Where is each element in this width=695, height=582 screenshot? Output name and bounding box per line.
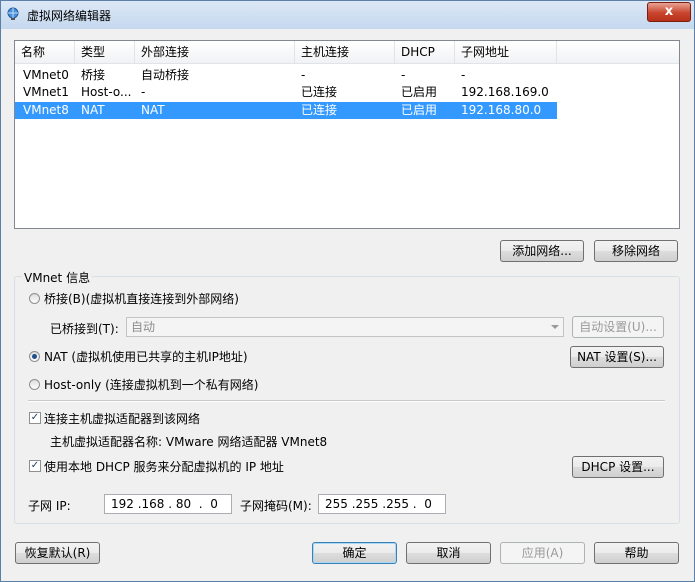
bridged-to-label: 已桥接到(T): bbox=[50, 322, 119, 336]
checkmark-icon: ✓ bbox=[30, 412, 40, 423]
bridged-to-value: 自动 bbox=[131, 320, 156, 334]
connect-adapter-checkbox[interactable]: ✓ bbox=[29, 412, 41, 424]
ok-button[interactable]: 确定 bbox=[312, 542, 397, 564]
table-row[interactable]: VMnet0 桥接 自动桥接 - - - bbox=[15, 67, 557, 84]
auto-settings-button[interactable]: 自动设置(U)... bbox=[572, 316, 664, 338]
subnet-mask-input[interactable]: 255 .255 .255 . 0 bbox=[318, 494, 446, 514]
apply-button[interactable]: 应用(A) bbox=[500, 542, 585, 564]
checkmark-icon: ✓ bbox=[30, 460, 40, 471]
table-header: 名称 类型 外部连接 主机连接 DHCP 子网地址 bbox=[15, 41, 679, 64]
title-bar[interactable]: 虚拟网络编辑器 x bbox=[1, 1, 694, 29]
cell-subnet: 192.168.169.0 bbox=[461, 85, 549, 99]
vmnet-info-legend: VMnet 信息 bbox=[22, 269, 93, 286]
dhcp-label[interactable]: 使用本地 DHCP 服务来分配虚拟机的 IP 地址 bbox=[44, 458, 284, 475]
cell-type: 桥接 bbox=[81, 68, 106, 82]
cell-external: 自动桥接 bbox=[141, 68, 190, 82]
cell-name: VMnet1 bbox=[23, 85, 69, 99]
host-only-radio[interactable] bbox=[29, 379, 40, 390]
column-header-dhcp[interactable]: DHCP bbox=[395, 41, 455, 63]
separator bbox=[28, 400, 665, 402]
network-table[interactable]: 名称 类型 外部连接 主机连接 DHCP 子网地址 VMnet0 桥接 自动桥接… bbox=[14, 40, 680, 229]
table-row-selected[interactable]: VMnet8 NAT NAT 已连接 已启用 192.168.80.0 bbox=[15, 102, 557, 119]
host-only-label[interactable]: Host-only (连接虚拟机到一个私有网络) bbox=[44, 376, 258, 393]
cell-external: NAT bbox=[141, 103, 165, 117]
dhcp-checkbox[interactable]: ✓ bbox=[29, 460, 41, 472]
bridged-to-select[interactable]: 自动 bbox=[126, 317, 564, 337]
cell-subnet: - bbox=[461, 68, 466, 82]
cell-name: VMnet0 bbox=[23, 68, 69, 82]
subnet-mask-label: 子网掩码(M): bbox=[240, 499, 312, 513]
close-icon: x bbox=[664, 4, 674, 19]
nat-settings-button[interactable]: NAT 设置(S)... bbox=[570, 346, 664, 368]
cell-dhcp: 已启用 bbox=[401, 103, 438, 117]
column-header-name[interactable]: 名称 bbox=[15, 41, 75, 63]
cell-host: 已连接 bbox=[301, 85, 338, 99]
column-header-host[interactable]: 主机连接 bbox=[295, 41, 395, 63]
restore-defaults-button[interactable]: 恢复默认(R) bbox=[15, 542, 100, 564]
subnet-ip-label: 子网 IP: bbox=[28, 499, 71, 513]
nat-radio[interactable] bbox=[29, 351, 40, 362]
column-header-subnet[interactable]: 子网地址 bbox=[455, 41, 557, 63]
column-header-type[interactable]: 类型 bbox=[75, 41, 135, 63]
cell-type: NAT bbox=[81, 103, 105, 117]
cell-dhcp: 已启用 bbox=[401, 85, 438, 99]
column-header-external[interactable]: 外部连接 bbox=[135, 41, 295, 63]
connect-adapter-label[interactable]: 连接主机虚拟适配器到该网络 bbox=[44, 410, 200, 427]
close-button[interactable]: x bbox=[647, 2, 691, 22]
cell-subnet: 192.168.80.0 bbox=[461, 103, 542, 117]
cell-type: Host-o... bbox=[81, 85, 132, 99]
cell-name: VMnet8 bbox=[23, 103, 69, 117]
table-row[interactable]: VMnet1 Host-o... - 已连接 已启用 192.168.169.0 bbox=[15, 84, 557, 101]
cancel-button[interactable]: 取消 bbox=[406, 542, 491, 564]
cell-external: - bbox=[141, 85, 146, 99]
chevron-down-icon bbox=[551, 325, 559, 329]
remove-network-button[interactable]: 移除网络 bbox=[594, 240, 678, 262]
window-title: 虚拟网络编辑器 bbox=[27, 9, 112, 23]
bridged-radio[interactable] bbox=[29, 293, 40, 304]
adapter-name-text: 主机虚拟适配器名称: VMware 网络适配器 VMnet8 bbox=[50, 435, 328, 449]
subnet-ip-input[interactable]: 192 .168 . 80 . 0 bbox=[104, 494, 232, 514]
cell-dhcp: - bbox=[401, 68, 406, 82]
network-globe-icon bbox=[7, 7, 19, 20]
dhcp-settings-button[interactable]: DHCP 设置... bbox=[572, 456, 664, 478]
help-button[interactable]: 帮助 bbox=[594, 542, 679, 564]
cell-host: - bbox=[301, 68, 306, 82]
add-network-button[interactable]: 添加网络... bbox=[500, 240, 584, 262]
bridged-label[interactable]: 桥接(B)(虚拟机直接连接到外部网络) bbox=[44, 290, 239, 307]
nat-label[interactable]: NAT (虚拟机使用已共享的主机IP地址) bbox=[44, 348, 248, 365]
cell-host: 已连接 bbox=[301, 103, 338, 117]
